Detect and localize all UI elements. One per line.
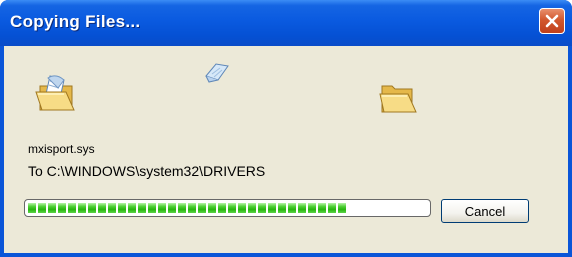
progress-block — [28, 203, 36, 213]
progress-block — [338, 203, 346, 213]
flying-document-icon — [205, 63, 229, 83]
progress-block — [298, 203, 306, 213]
progress-block — [58, 203, 66, 213]
progress-block — [208, 203, 216, 213]
progress-block — [148, 203, 156, 213]
progress-block — [178, 203, 186, 213]
progress-block — [328, 203, 336, 213]
progress-block — [268, 203, 276, 213]
progress-block — [78, 203, 86, 213]
progress-block — [98, 203, 106, 213]
open-folder-icon — [379, 85, 417, 113]
progress-block — [278, 203, 286, 213]
progress-block — [118, 203, 126, 213]
progress-block — [218, 203, 226, 213]
destination-path: To C:\WINDOWS\system32\DRIVERS — [28, 163, 266, 179]
progress-block — [188, 203, 196, 213]
progress-block — [318, 203, 326, 213]
progress-block — [228, 203, 236, 213]
cancel-button[interactable]: Cancel — [441, 199, 529, 223]
close-button[interactable] — [539, 8, 565, 34]
progress-block — [128, 203, 136, 213]
title-bar[interactable]: Copying Files... — [0, 0, 572, 46]
progress-block — [308, 203, 316, 213]
progress-block — [258, 203, 266, 213]
copying-files-dialog: Copying Files... mxisport.sys To C:\WIND… — [0, 0, 572, 257]
progress-block — [168, 203, 176, 213]
progress-block — [138, 203, 146, 213]
progress-block — [38, 203, 46, 213]
progress-block — [48, 203, 56, 213]
progress-block — [288, 203, 296, 213]
progress-block — [68, 203, 76, 213]
dialog-body: mxisport.sys To C:\WINDOWS\system32\DRIV… — [4, 46, 568, 253]
dialog-title: Copying Files... — [10, 12, 141, 31]
progress-block — [248, 203, 256, 213]
close-icon — [545, 14, 559, 28]
progress-block — [238, 203, 246, 213]
progress-block — [198, 203, 206, 213]
progress-fill — [28, 203, 355, 213]
progress-block — [108, 203, 116, 213]
file-name: mxisport.sys — [28, 142, 95, 156]
progress-block — [158, 203, 166, 213]
open-folder-with-file-icon — [35, 75, 75, 111]
progress-block — [88, 203, 96, 213]
copy-progress-bar — [24, 199, 431, 217]
